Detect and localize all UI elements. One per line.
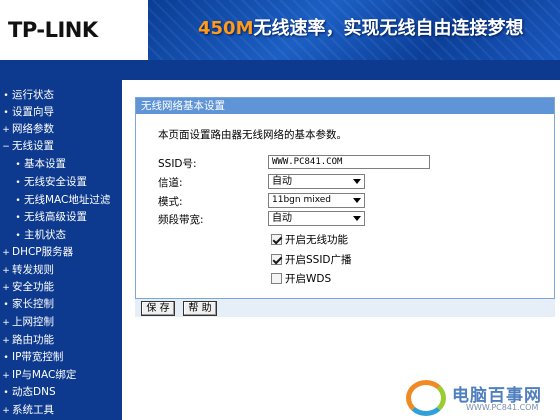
sidebar-item-label: 无线高级设置 <box>24 211 87 223</box>
sidebar-item-label: 动态DNS <box>12 386 56 398</box>
banner-accent: 450M <box>198 18 254 39</box>
sidebar-item-wireless-advanced[interactable]: • 无线高级设置 <box>12 209 87 226</box>
expand-icon: + <box>2 283 10 293</box>
sidebar-item-label: IP与MAC绑定 <box>12 369 77 381</box>
bullet-icon: • <box>3 108 9 118</box>
enable-ssid-broadcast-checkbox[interactable] <box>271 254 282 265</box>
help-button[interactable]: 帮 助 <box>183 301 217 316</box>
sidebar-item-label: 无线安全设置 <box>24 176 87 188</box>
sidebar-item-label: 主机状态 <box>24 229 66 241</box>
watermark-url: WWW.PC841.COM <box>466 403 539 412</box>
mode-selected-value: 11bgn mixed <box>272 195 332 205</box>
expand-icon: + <box>2 248 10 258</box>
header: TP-LINK 450M无线速率，实现无线自由连接梦想 <box>0 0 560 60</box>
sidebar-item-label: 路由功能 <box>12 334 54 346</box>
sidebar-item-label: 系统工具 <box>12 404 54 416</box>
sidebar-item-parental-control[interactable]: • 家长控制 <box>0 296 54 313</box>
sidebar-item-label: 运行状态 <box>12 89 54 101</box>
bullet-icon: • <box>15 231 21 241</box>
main-content: 无线网络基本设置 本页面设置路由器无线网络的基本参数。 SSID号: WWW.P… <box>122 80 560 420</box>
ssid-input[interactable]: WWW.PC841.COM <box>268 155 430 169</box>
sidebar-item-wireless[interactable]: − 无线设置 <box>0 138 54 155</box>
enable-wds-row[interactable]: 开启WDS <box>271 272 331 286</box>
sidebar-item-dhcp[interactable]: + DHCP服务器 <box>0 244 73 261</box>
sidebar-item-label: 家长控制 <box>12 298 54 310</box>
banner-slogan: 450M无线速率，实现无线自由连接梦想 <box>198 14 524 40</box>
dropdown-arrow-icon <box>353 216 361 221</box>
bullet-icon: • <box>15 160 21 170</box>
expand-icon: + <box>2 371 10 381</box>
bullet-icon: • <box>3 388 9 398</box>
bullet-icon: • <box>3 353 9 363</box>
channel-select[interactable]: 自动 <box>268 174 365 189</box>
dropdown-arrow-icon <box>353 198 361 203</box>
expand-icon: + <box>2 318 10 328</box>
sidebar-item-status[interactable]: • 运行状态 <box>0 87 54 104</box>
sidebar-item-system-tools[interactable]: + 系统工具 <box>0 402 54 419</box>
pc841-logo-icon <box>406 380 446 416</box>
sidebar-item-host-status[interactable]: • 主机状态 <box>12 227 66 244</box>
sidebar-item-ddns[interactable]: • 动态DNS <box>0 384 56 401</box>
ssid-label: SSID号: <box>158 158 197 170</box>
sidebar-item-label: 设置向导 <box>12 106 54 118</box>
sidebar-item-wireless-security[interactable]: • 无线安全设置 <box>12 174 87 191</box>
sidebar-item-label: 网络参数 <box>12 123 54 135</box>
sidebar-item-routing[interactable]: + 路由功能 <box>0 332 54 349</box>
sidebar-item-label: 转发规则 <box>12 264 54 276</box>
sidebar-item-label: 无线MAC地址过滤 <box>24 194 111 206</box>
channel-label: 信道: <box>158 177 183 189</box>
sidebar-item-access-control[interactable]: + 上网控制 <box>0 314 54 331</box>
bullet-icon: • <box>3 300 9 310</box>
dropdown-arrow-icon <box>353 179 361 184</box>
bandwidth-selected-value: 自动 <box>272 213 292 224</box>
wireless-basic-settings-panel: 无线网络基本设置 本页面设置路由器无线网络的基本参数。 SSID号: WWW.P… <box>135 97 555 317</box>
sidebar-item-label: DHCP服务器 <box>12 246 74 258</box>
bullet-icon: • <box>3 91 9 101</box>
sidebar-item-network[interactable]: + 网络参数 <box>0 121 54 138</box>
sidebar-item-basic-settings[interactable]: • 基本设置 <box>12 156 66 173</box>
enable-ssid-broadcast-label: 开启SSID广播 <box>285 254 352 266</box>
enable-wds-label: 开启WDS <box>285 273 332 285</box>
sidebar-item-label: 安全功能 <box>12 281 54 293</box>
enable-wireless-label: 开启无线功能 <box>285 234 348 246</box>
banner: 450M无线速率，实现无线自由连接梦想 <box>148 0 560 60</box>
bandwidth-select[interactable]: 自动 <box>268 211 365 226</box>
sidebar-item-label: 上网控制 <box>12 316 54 328</box>
sidebar-item-label: IP带宽控制 <box>12 351 64 363</box>
sidebar-item-ip-mac-binding[interactable]: + IP与MAC绑定 <box>0 367 76 384</box>
bullet-icon: • <box>15 178 21 188</box>
banner-text: 无线速率，实现无线自由连接梦想 <box>253 18 524 39</box>
channel-selected-value: 自动 <box>272 176 292 187</box>
sidebar-item-label: 基本设置 <box>24 158 66 170</box>
enable-wireless-checkbox[interactable] <box>271 234 282 245</box>
expand-icon: + <box>2 125 10 135</box>
bullet-icon: • <box>15 196 21 206</box>
enable-wireless-row[interactable]: 开启无线功能 <box>271 233 348 247</box>
sidebar-item-forwarding[interactable]: + 转发规则 <box>0 262 54 279</box>
mode-label: 模式: <box>158 196 183 208</box>
bandwidth-label: 频段带宽: <box>158 214 204 226</box>
expand-icon: + <box>2 266 10 276</box>
collapse-icon: − <box>2 142 10 152</box>
sidebar-nav: • 运行状态 • 设置向导 + 网络参数 − 无线设置 • 基本设置 • 无线安全设置 • 无… <box>0 60 122 420</box>
enable-wds-checkbox[interactable] <box>271 273 282 284</box>
sidebar-item-security[interactable]: + 安全功能 <box>0 279 54 296</box>
expand-icon: + <box>2 406 10 416</box>
enable-ssid-broadcast-row[interactable]: 开启SSID广播 <box>271 253 352 267</box>
panel-title: 无线网络基本设置 <box>136 98 554 114</box>
bullet-icon: • <box>15 213 21 223</box>
save-button[interactable]: 保 存 <box>141 301 175 316</box>
sidebar-item-wizard[interactable]: • 设置向导 <box>0 104 54 121</box>
mode-select[interactable]: 11bgn mixed <box>268 193 365 208</box>
expand-icon: + <box>2 336 10 346</box>
tp-link-logo: TP-LINK <box>0 0 148 60</box>
button-bar: 保 存 帮 助 <box>135 298 555 317</box>
sidebar-item-bandwidth-control[interactable]: • IP带宽控制 <box>0 349 63 366</box>
panel-description: 本页面设置路由器无线网络的基本参数。 <box>158 129 347 141</box>
sidebar-item-mac-filter[interactable]: • 无线MAC地址过滤 <box>12 192 110 209</box>
sidebar-item-label: 无线设置 <box>12 140 54 152</box>
watermark: 电脑百事网 WWW.PC841.COM <box>404 376 560 420</box>
